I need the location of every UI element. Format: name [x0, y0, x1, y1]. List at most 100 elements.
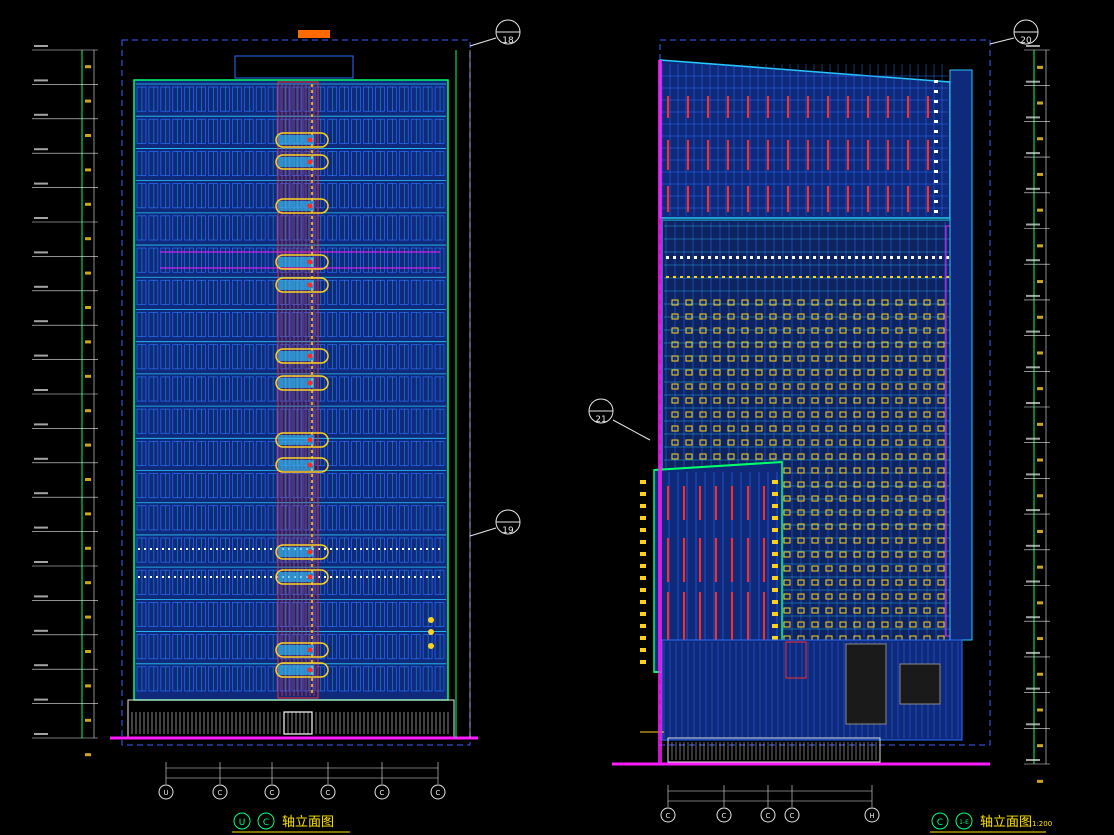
- level-mark: [34, 217, 48, 219]
- level-mark: [1026, 259, 1040, 262]
- level-mark: [34, 389, 48, 391]
- level-mark: [1026, 330, 1040, 333]
- band-dot: [360, 548, 362, 550]
- band-dot: [778, 276, 781, 278]
- level-mark: [1026, 366, 1040, 369]
- core-pod-dot: [307, 574, 313, 580]
- level-mark: [34, 698, 48, 701]
- level-mark: [1026, 616, 1040, 619]
- band-dot: [204, 576, 206, 578]
- band-dot: [925, 276, 928, 278]
- level-mark: [85, 650, 91, 653]
- band-dot: [168, 548, 170, 550]
- band-dot: [862, 256, 865, 259]
- edge-mark: [640, 600, 646, 604]
- band-dot: [904, 256, 907, 259]
- edge-mark: [640, 648, 646, 652]
- band-dot: [897, 256, 900, 259]
- band-dot: [198, 548, 200, 550]
- edge-mark: [640, 588, 646, 592]
- band-dot: [750, 276, 753, 278]
- level-mark: [85, 546, 91, 550]
- edge-dot: [934, 180, 938, 183]
- band-dot: [324, 576, 326, 578]
- band-dot: [414, 576, 416, 578]
- accent-dot: [428, 643, 434, 649]
- band-dot: [827, 276, 830, 278]
- band-dot: [715, 276, 718, 278]
- edge-mark: [640, 528, 646, 532]
- band-dot: [939, 256, 942, 259]
- level-mark: [34, 148, 48, 151]
- band-dot: [925, 256, 928, 259]
- right-magenta-column: [658, 60, 662, 765]
- level-mark: [1026, 544, 1040, 547]
- band-dot: [150, 548, 152, 550]
- edge-mark: [772, 492, 778, 496]
- band-dot: [228, 576, 230, 578]
- edge-mark: [772, 624, 778, 628]
- section-marker-label: 21: [595, 415, 606, 425]
- band-dot: [834, 276, 837, 278]
- level-mark: [1037, 744, 1043, 748]
- band-dot: [687, 276, 690, 278]
- level-mark: [34, 182, 48, 185]
- level-mark: [85, 512, 91, 516]
- level-mark: [34, 561, 48, 563]
- edge-mark: [772, 576, 778, 580]
- axis-label: C: [270, 789, 275, 797]
- band-dot: [799, 256, 802, 259]
- level-mark: [34, 320, 48, 323]
- axis-label: C: [326, 789, 331, 797]
- level-mark: [1037, 422, 1043, 426]
- band-dot: [180, 576, 182, 578]
- axis-label: C: [722, 812, 727, 820]
- band-dot: [366, 576, 368, 578]
- level-mark: [34, 354, 48, 357]
- band-dot: [764, 256, 767, 259]
- band-dot: [156, 548, 158, 550]
- title-axis-letter: U: [239, 818, 246, 828]
- right-view-title-text: 轴立面图: [980, 815, 1032, 830]
- band-dot: [354, 576, 356, 578]
- edge-mark: [772, 600, 778, 604]
- level-mark: [85, 443, 91, 447]
- right-side-strip: [949, 69, 973, 641]
- band-dot: [210, 548, 212, 550]
- edge-dot: [934, 140, 938, 143]
- band-dot: [258, 576, 260, 578]
- edge-mark: [772, 480, 778, 484]
- band-dot: [848, 256, 851, 259]
- band-dot: [138, 548, 140, 550]
- level-mark: [34, 595, 48, 598]
- edge-dot: [934, 210, 938, 213]
- band-dot: [192, 548, 194, 550]
- edge-mark: [640, 576, 646, 580]
- band-dot: [420, 548, 422, 550]
- band-dot: [778, 256, 781, 259]
- level-mark: [1037, 280, 1043, 284]
- core-pod-dot: [307, 282, 313, 288]
- band-dot: [932, 256, 935, 259]
- edge-mark: [640, 492, 646, 496]
- band-dot: [372, 548, 374, 550]
- accent-dot: [428, 629, 434, 635]
- band-dot: [694, 276, 697, 278]
- level-mark: [85, 99, 91, 103]
- band-dot: [216, 576, 218, 578]
- band-dot: [192, 576, 194, 578]
- band-dot: [342, 576, 344, 578]
- band-dot: [420, 576, 422, 578]
- band-dot: [743, 276, 746, 278]
- band-dot: [841, 276, 844, 278]
- edge-mark: [640, 660, 646, 664]
- band-dot: [757, 276, 760, 278]
- level-mark: [1037, 387, 1043, 391]
- band-dot: [876, 276, 879, 278]
- band-dot: [162, 576, 164, 578]
- band-dot: [270, 548, 272, 550]
- band-dot: [390, 576, 392, 578]
- level-mark: [1026, 116, 1040, 119]
- level-mark: [1037, 458, 1043, 462]
- level-mark: [34, 457, 48, 460]
